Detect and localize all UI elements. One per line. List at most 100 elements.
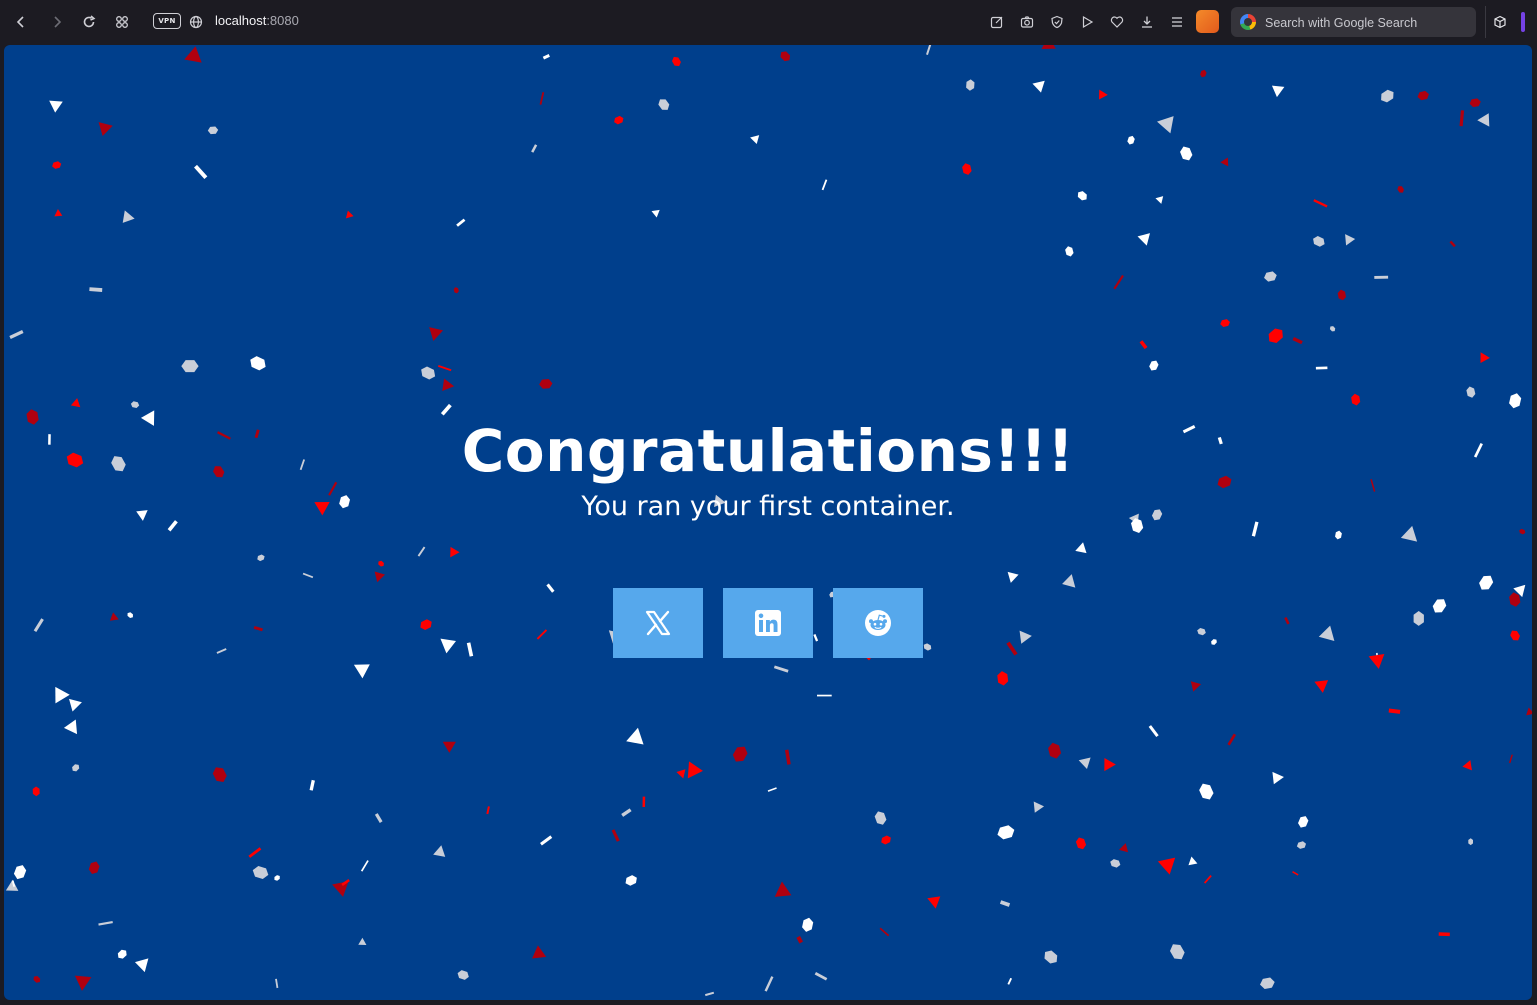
extensions-button[interactable]: [1488, 10, 1512, 34]
extension-fox-icon[interactable]: [1196, 10, 1219, 33]
confetti-piece: [130, 401, 140, 408]
grid-icon: [116, 16, 128, 28]
confetti-piece: [923, 643, 932, 651]
site-info-button[interactable]: [184, 10, 208, 34]
notes-button[interactable]: [985, 10, 1009, 34]
search-field[interactable]: [1231, 7, 1476, 39]
confetti-piece: [374, 571, 386, 583]
confetti-piece: [33, 975, 41, 983]
confetti-piece: [997, 671, 1009, 686]
confetti-piece: [275, 978, 279, 989]
confetti-piece: [486, 806, 490, 815]
confetti-piece: [1260, 977, 1275, 989]
confetti-piece: [539, 92, 545, 105]
linkedin-share-button[interactable]: [723, 588, 813, 658]
panel-indicator[interactable]: [1521, 12, 1525, 32]
shield-icon: [1051, 15, 1063, 29]
x-share-button[interactable]: [613, 588, 703, 658]
speed-dial-button[interactable]: [110, 10, 134, 34]
confetti-piece: [1220, 319, 1230, 327]
confetti-piece: [89, 287, 103, 292]
confetti-piece: [207, 126, 219, 135]
confetti-piece: [1155, 196, 1164, 204]
confetti-piece: [1292, 336, 1303, 345]
confetti-piece: [88, 861, 100, 875]
confetti-piece: [1033, 801, 1045, 813]
confetti-piece: [440, 403, 452, 416]
confetti-piece: [74, 975, 92, 991]
reddit-share-button[interactable]: [833, 588, 923, 658]
search-input[interactable]: [1263, 7, 1472, 39]
confetti-piece: [127, 612, 133, 618]
confetti-piece: [1459, 110, 1465, 127]
pinboard-button[interactable]: [1105, 10, 1129, 34]
adblock-button[interactable]: [1045, 10, 1069, 34]
confetti-piece: [1509, 393, 1522, 409]
confetti-piece: [302, 572, 314, 579]
snapshot-button[interactable]: [1015, 10, 1039, 34]
confetti-piece: [1519, 528, 1526, 535]
confetti-piece: [773, 665, 789, 673]
page-viewport: Congratulations!!! You ran your first co…: [4, 45, 1532, 1000]
globe-icon: [189, 15, 203, 29]
confetti-piece: [353, 664, 370, 679]
confetti-piece: [814, 972, 828, 981]
confetti-piece: [257, 554, 265, 562]
confetti-piece: [442, 741, 456, 753]
confetti-piece: [676, 769, 686, 779]
confetti-piece: [309, 779, 315, 791]
back-button[interactable]: [9, 10, 33, 34]
confetti-piece: [184, 46, 202, 63]
share-buttons: [613, 588, 923, 658]
confetti-piece: [1190, 681, 1202, 692]
confetti-piece: [821, 179, 828, 191]
confetti-piece: [1469, 98, 1481, 108]
confetti-piece: [1417, 90, 1429, 101]
confetti-piece: [450, 546, 460, 558]
confetti-piece: [774, 881, 792, 897]
easy-setup-button[interactable]: [1165, 10, 1189, 34]
confetti-piece: [1169, 944, 1185, 960]
confetti-piece: [966, 79, 975, 91]
confetti-piece: [252, 865, 269, 880]
confetti-piece: [345, 210, 354, 219]
confetti-piece: [546, 583, 555, 593]
confetti-piece: [1006, 641, 1018, 656]
confetti-piece: [360, 860, 369, 872]
vpn-badge[interactable]: VPN: [153, 13, 181, 29]
confetti-piece: [1139, 340, 1148, 350]
confetti-piece: [421, 366, 436, 380]
confetti-piece: [420, 619, 432, 630]
google-icon: [1240, 14, 1256, 30]
confetti-piece: [750, 135, 760, 145]
cube-icon: [1494, 15, 1506, 29]
confetti-piece: [433, 845, 446, 857]
confetti-piece: [358, 937, 367, 945]
confetti-piece: [1272, 771, 1284, 785]
confetti-piece: [1032, 80, 1045, 93]
confetti-piece: [1113, 274, 1124, 290]
confetti-piece: [732, 746, 748, 762]
confetti-piece: [378, 560, 384, 567]
confetti-piece: [374, 813, 383, 823]
forward-button[interactable]: [45, 10, 69, 34]
confetti-piece: [962, 163, 972, 175]
confetti-piece: [442, 378, 455, 391]
confetti-piece: [212, 767, 227, 782]
confetti-piece: [440, 638, 457, 654]
confetti-piece: [52, 161, 62, 169]
confetti-piece: [1432, 599, 1447, 613]
confetti-piece: [531, 144, 538, 153]
player-button[interactable]: [1075, 10, 1099, 34]
confetti-piece: [539, 379, 553, 389]
reload-icon: [83, 15, 96, 28]
confetti-piece: [117, 949, 127, 959]
address-bar[interactable]: localhost:8080: [215, 13, 299, 28]
downloads-button[interactable]: [1135, 10, 1159, 34]
confetti-piece: [194, 164, 208, 180]
confetti-piece: [926, 45, 933, 55]
reload-button[interactable]: [77, 10, 101, 34]
confetti-piece: [671, 56, 681, 67]
confetti-piece: [49, 100, 63, 113]
confetti-piece: [63, 719, 78, 735]
